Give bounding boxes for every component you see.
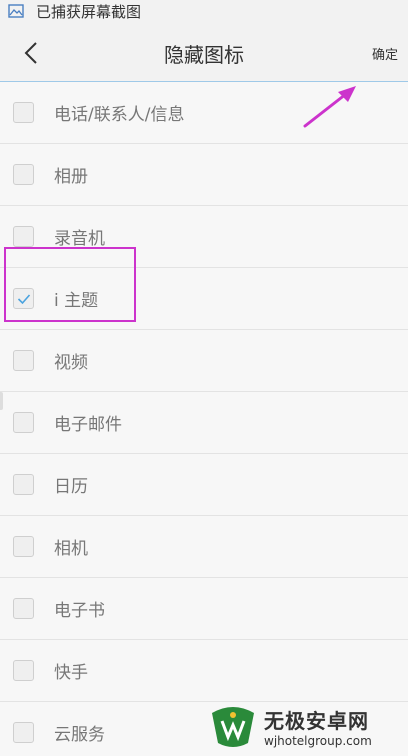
list-item[interactable]: 相机 (0, 516, 408, 578)
item-label: 云服务 (54, 725, 105, 745)
item-label: 录音机 (54, 229, 105, 249)
item-label: 相机 (54, 539, 88, 559)
list-item[interactable]: 视频 (0, 330, 408, 392)
item-label: 相册 (54, 167, 88, 187)
watermark-logo-icon (212, 707, 254, 747)
edge-handle[interactable] (0, 392, 3, 410)
item-label: 电子邮件 (54, 415, 122, 435)
checkbox[interactable] (13, 474, 34, 495)
list-item[interactable]: 相册 (0, 144, 408, 206)
list-item[interactable]: i 主题 (0, 268, 408, 330)
checkbox[interactable] (13, 350, 34, 371)
checkbox[interactable] (13, 226, 34, 247)
item-label: 电话/联系人/信息 (54, 105, 185, 125)
app-list: 电话/联系人/信息 相册 录音机 i 主题 视频 电子邮件 日历 相机 电子书 (0, 82, 408, 756)
status-text: 已捕获屏幕截图 (36, 2, 142, 21)
item-label: 电子书 (54, 601, 105, 621)
checkbox[interactable] (13, 536, 34, 557)
item-label: 日历 (54, 477, 88, 497)
list-item[interactable]: 录音机 (0, 206, 408, 268)
watermark-url: wjhotelgroup.com (264, 733, 372, 748)
item-label: i 主题 (54, 291, 99, 311)
page-title: 隐藏图标 (164, 43, 244, 67)
watermark-title: 无极安卓网 (264, 708, 369, 733)
checkmark-icon (17, 293, 30, 304)
checkbox[interactable] (13, 164, 34, 185)
watermark: 无极安卓网 wjhotelgroup.com (208, 696, 408, 756)
checkbox[interactable] (13, 412, 34, 433)
image-icon (8, 4, 24, 18)
list-item[interactable]: 电子书 (0, 578, 408, 640)
checkbox[interactable] (13, 722, 34, 743)
list-item[interactable]: 电子邮件 (0, 392, 408, 454)
title-bar: 隐藏图标 确定 (0, 22, 408, 82)
checkbox[interactable] (13, 598, 34, 619)
confirm-button[interactable]: 确定 (372, 44, 398, 63)
checkbox[interactable] (13, 102, 34, 123)
item-label: 视频 (54, 353, 88, 373)
item-label: 快手 (54, 663, 88, 683)
annotation-arrow-icon (303, 86, 356, 128)
status-bar: 已捕获屏幕截图 (0, 0, 408, 22)
list-item[interactable]: 日历 (0, 454, 408, 516)
list-item[interactable]: 快手 (0, 640, 408, 702)
checkbox[interactable] (13, 660, 34, 681)
checkbox-checked[interactable] (13, 288, 34, 309)
